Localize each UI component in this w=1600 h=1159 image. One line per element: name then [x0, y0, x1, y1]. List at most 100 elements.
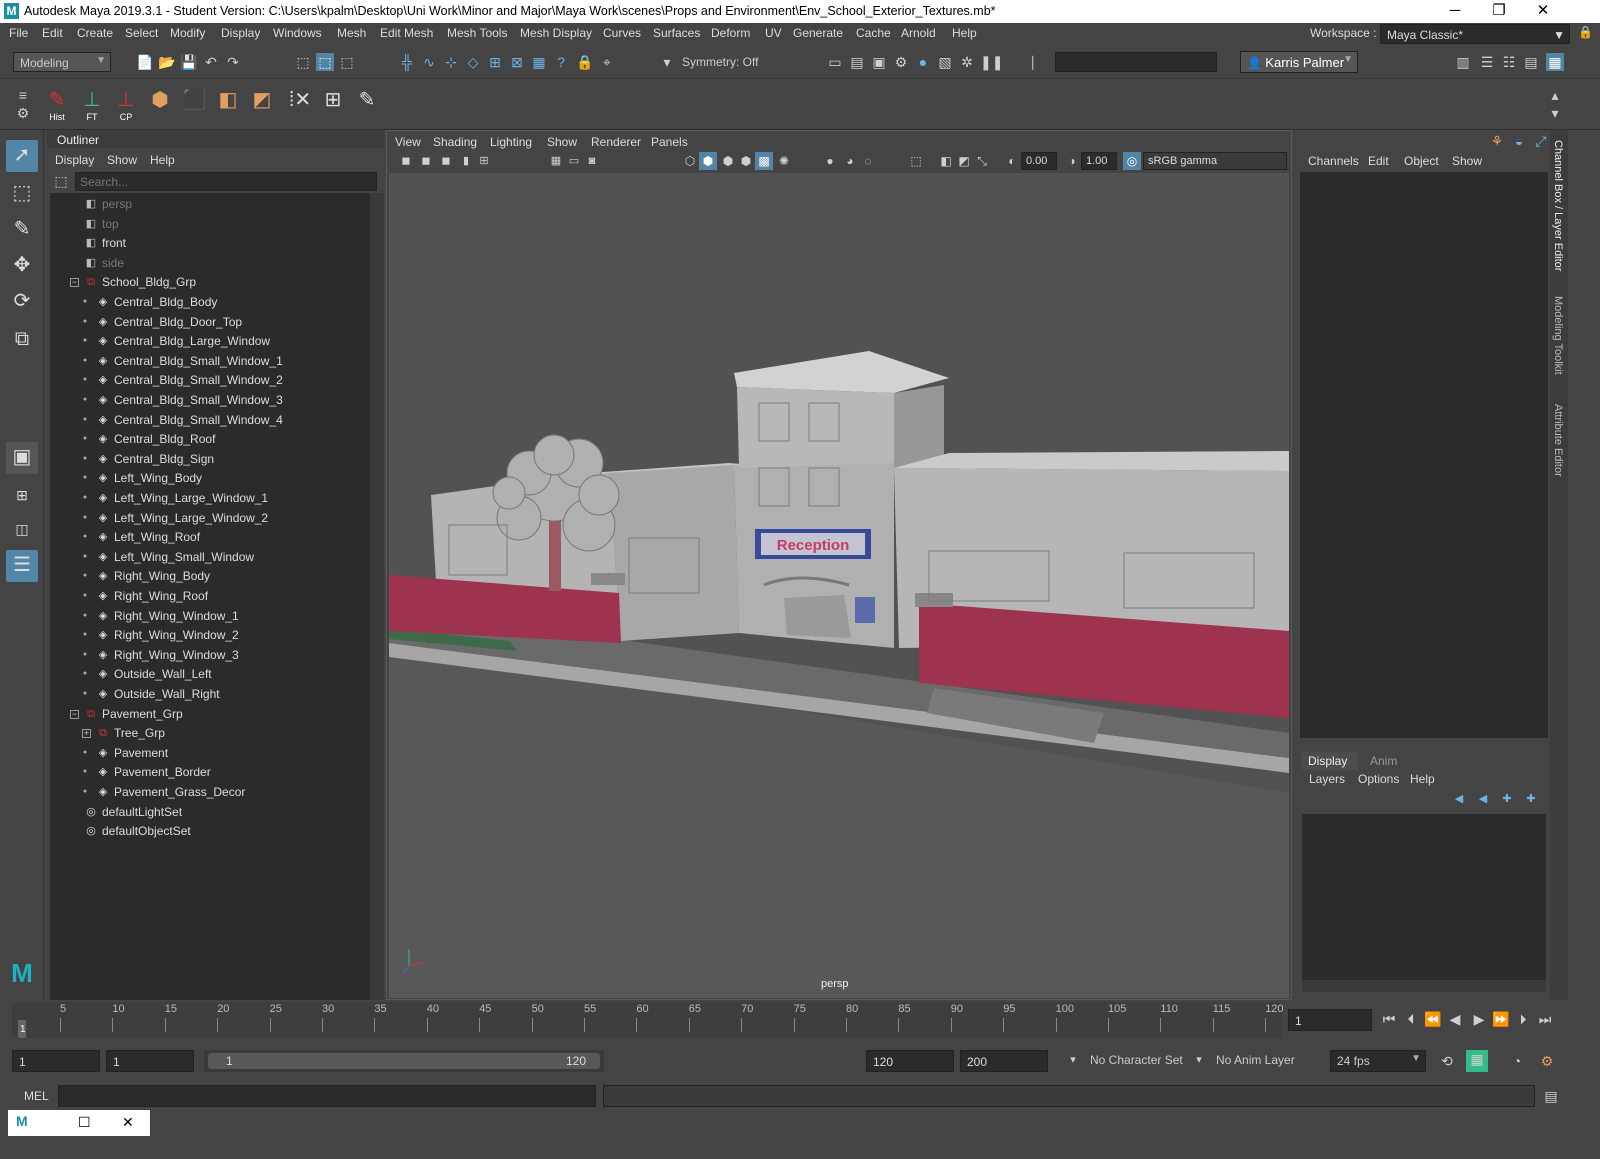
step-forward-icon[interactable]: ⏵	[1514, 1010, 1532, 1028]
render-view-icon[interactable]: ▭	[826, 53, 844, 71]
extrude-button[interactable]: ◧	[213, 86, 243, 120]
pencil-button[interactable]: ✎	[352, 86, 382, 120]
menu-mesh[interactable]: Mesh	[337, 26, 366, 40]
grid-button[interactable]: ⊞	[318, 86, 348, 120]
layer-up-icon[interactable]: ◀	[1450, 790, 1468, 808]
menu-mesh-display[interactable]: Mesh Display	[520, 26, 592, 40]
step-forward-key-icon[interactable]: ⏩	[1492, 1010, 1510, 1028]
viewport-3d-scene[interactable]: Reception persp	[389, 173, 1289, 998]
snap-live-icon[interactable]: ⊞	[486, 53, 504, 71]
snap-surface-icon[interactable]: ▦	[530, 53, 548, 71]
play-forwards-icon[interactable]: ▶	[1470, 1010, 1488, 1028]
textured-icon[interactable]: ▩	[755, 152, 773, 170]
viewport-menu-renderer[interactable]: Renderer	[591, 135, 641, 149]
lock-selection-icon[interactable]: 🔒	[576, 53, 594, 71]
center-pivot-button[interactable]: ⊥ CP	[111, 86, 141, 122]
snap-curve-icon[interactable]: ∿	[420, 53, 438, 71]
new-layer-selected-icon[interactable]: ✚	[1522, 790, 1540, 808]
hypershade-icon[interactable]: ●	[914, 53, 932, 71]
outliner-item[interactable]: ● ◈ Pavement	[50, 744, 370, 763]
render-frame-icon[interactable]: ▤	[848, 53, 866, 71]
isolate-select-icon[interactable]: ⬚	[907, 152, 925, 170]
outliner-vertical-scrollbar[interactable]	[370, 193, 384, 1013]
history-button[interactable]: ✎ Hist	[42, 86, 72, 122]
collapse-icon[interactable]: −	[70, 709, 79, 719]
modeling-toolkit-icon[interactable]: ▥	[1454, 53, 1472, 71]
symmetry-dropdown[interactable]: Symmetry: Off	[676, 52, 772, 72]
lights-icon[interactable]: ✺	[775, 152, 793, 170]
character-set-menu-icon[interactable]: ▾	[1064, 1051, 1082, 1069]
menu-edit-mesh[interactable]: Edit Mesh	[380, 26, 433, 40]
menu-windows[interactable]: Windows	[273, 26, 322, 40]
viewport-menu-panels[interactable]: Panels	[651, 135, 688, 149]
menuset-dropdown[interactable]: Modeling ▼	[13, 52, 111, 72]
outliner-item[interactable]: ◧ top	[50, 215, 370, 234]
freeze-transform-button[interactable]: ⊥ FT	[77, 86, 107, 122]
select-hierarchy-icon[interactable]: ⬚	[294, 53, 312, 71]
user-account-dropdown[interactable]: 👤 Karris Palmer ▼	[1240, 51, 1358, 73]
shaded-icon[interactable]: ◙	[583, 152, 601, 170]
menu-cache[interactable]: Cache	[856, 26, 891, 40]
outliner-item[interactable]: ● ◈ Central_Bldg_Small_Window_3	[50, 391, 370, 410]
outliner-menu-show[interactable]: Show	[107, 153, 137, 167]
wireframe-icon[interactable]: ▦	[547, 152, 565, 170]
outliner-item[interactable]: ● ◈ Left_Wing_Small_Window	[50, 548, 370, 567]
delete-history-button[interactable]: ⁞✕	[285, 86, 315, 120]
snap-view-plane-icon[interactable]: ◇	[464, 53, 482, 71]
camera-attributes-icon[interactable]: ◼	[417, 152, 435, 170]
gamma-field[interactable]: 1.00	[1081, 152, 1117, 170]
mel-label[interactable]: MEL	[24, 1089, 49, 1103]
smooth-shade-icon[interactable]: ▭	[565, 152, 583, 170]
snap-point-icon[interactable]: ⊹	[442, 53, 460, 71]
menu-select[interactable]: Select	[125, 26, 158, 40]
menu-edit[interactable]: Edit	[42, 26, 63, 40]
outliner-item[interactable]: − ⧉ School_Bldg_Grp	[50, 273, 370, 292]
highlight-selection-icon[interactable]: ⌖	[598, 53, 616, 71]
new-scene-icon[interactable]: 📄	[136, 53, 154, 71]
range-handle[interactable]	[208, 1053, 600, 1069]
expand-panel-icon[interactable]: ⤢	[1532, 132, 1550, 150]
playback-start-field[interactable]: 1	[106, 1050, 194, 1072]
channels-menu-channels[interactable]: Channels	[1308, 154, 1359, 168]
exposure-field[interactable]: 0.00	[1021, 152, 1057, 170]
tool-settings-icon[interactable]: ☷	[1500, 53, 1518, 71]
channels-menu-edit[interactable]: Edit	[1368, 154, 1389, 168]
tab-attribute-editor[interactable]: Attribute Editor	[1552, 404, 1564, 477]
attribute-editor-icon[interactable]: ☰	[1478, 53, 1496, 71]
filter-icon[interactable]: ⬚	[52, 172, 70, 190]
paint-select-tool-icon[interactable]: ✎	[6, 214, 38, 246]
playback-end-field[interactable]: 120	[866, 1050, 954, 1072]
animation-end-field[interactable]: 200	[960, 1050, 1048, 1072]
restore-icon[interactable]: ☐	[78, 1114, 91, 1131]
menu-file[interactable]: File	[9, 26, 28, 40]
menu-mesh-tools[interactable]: Mesh Tools	[447, 26, 507, 40]
tab-channel-box-layer-editor[interactable]: Channel Box / Layer Editor	[1552, 140, 1564, 271]
render-setup-icon[interactable]: ▧	[936, 53, 954, 71]
single-perspective-layout-icon[interactable]: ▣	[6, 442, 38, 474]
viewport-menu-show[interactable]: Show	[547, 135, 577, 149]
menu-surfaces[interactable]: Surfaces	[653, 26, 700, 40]
light-editor-icon[interactable]: ✲	[958, 53, 976, 71]
shadows-icon[interactable]: ●	[821, 152, 839, 170]
two-view-layout-icon[interactable]: ◫	[6, 514, 38, 546]
workspace-dropdown[interactable]: Maya Classic* ▼	[1380, 24, 1570, 44]
menu-create[interactable]: Create	[77, 26, 113, 40]
lasso-tool-icon[interactable]: ⬚	[6, 178, 38, 210]
grid-toggle-icon[interactable]: ⊞	[475, 152, 493, 170]
channels-menu-show[interactable]: Show	[1452, 154, 1482, 168]
tab-anim[interactable]: Anim	[1360, 752, 1410, 770]
time-slider[interactable]: 1 5 10 15 20 25 30 35 40 45 50 55 60 65 70 75 80 85 90 95 1…	[0, 1000, 1600, 1042]
collapse-icon[interactable]: −	[70, 278, 79, 288]
input-line-toggle-icon[interactable]: ⎸	[1030, 53, 1048, 71]
loop-icon[interactable]: ⟲	[1438, 1052, 1456, 1070]
snap-vertex-icon[interactable]: ⊠	[508, 53, 526, 71]
construction-history-icon[interactable]: ?	[552, 53, 570, 71]
animation-start-field[interactable]: 1	[12, 1050, 100, 1072]
outliner-menu-display[interactable]: Display	[55, 153, 94, 167]
tab-display[interactable]: Display	[1302, 752, 1358, 770]
outliner-item[interactable]: ● ◈ Central_Bldg_Large_Window	[50, 332, 370, 351]
color-space-field[interactable]: sRGB gamma	[1143, 152, 1287, 170]
outliner-item[interactable]: ◧ persp	[50, 195, 370, 214]
menu-generate[interactable]: Generate	[793, 26, 843, 40]
outliner-item[interactable]: ◧ front	[50, 234, 370, 253]
